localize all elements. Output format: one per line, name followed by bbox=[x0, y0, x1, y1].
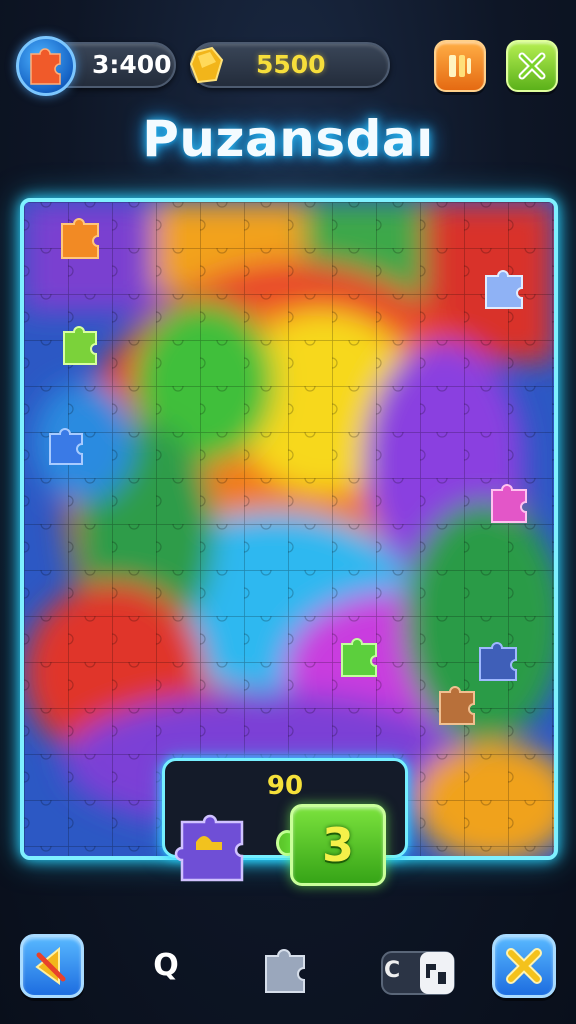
back-button[interactable] bbox=[20, 934, 84, 998]
loose-piece-orange[interactable] bbox=[56, 214, 108, 262]
coin-badge bbox=[16, 36, 76, 96]
loose-piece-green[interactable] bbox=[58, 324, 104, 370]
preview-label: C bbox=[384, 958, 401, 983]
tray-score: 90 bbox=[266, 771, 304, 801]
loose-piece-lightblue[interactable] bbox=[480, 266, 530, 314]
close-x-icon bbox=[518, 52, 546, 80]
shuffle-button[interactable] bbox=[492, 934, 556, 998]
puzzle-piece-icon[interactable] bbox=[258, 938, 318, 998]
pieces-remaining-counter[interactable]: 3 bbox=[290, 804, 386, 886]
loose-piece-blue[interactable] bbox=[44, 426, 90, 470]
loose-piece-navy[interactable] bbox=[474, 638, 524, 684]
search-tool[interactable]: Q bbox=[146, 944, 186, 988]
sound-button[interactable] bbox=[434, 40, 486, 92]
gems-value: 5500 bbox=[256, 50, 326, 79]
close-button[interactable] bbox=[506, 40, 558, 92]
tray-piece[interactable] bbox=[172, 812, 252, 888]
back-arrow-icon bbox=[35, 946, 66, 985]
coins-value: 3:400 bbox=[92, 50, 172, 79]
loose-piece-green-2[interactable] bbox=[336, 634, 384, 680]
gold-gem-icon bbox=[189, 46, 224, 84]
loose-piece-pink[interactable] bbox=[486, 480, 534, 526]
loose-piece-brown[interactable] bbox=[434, 682, 482, 728]
shuffle-x-icon bbox=[506, 948, 542, 984]
game-title: Puzansdaı bbox=[142, 110, 434, 168]
puzzle-piece-icon bbox=[30, 48, 61, 85]
speaker-icon bbox=[449, 55, 471, 77]
